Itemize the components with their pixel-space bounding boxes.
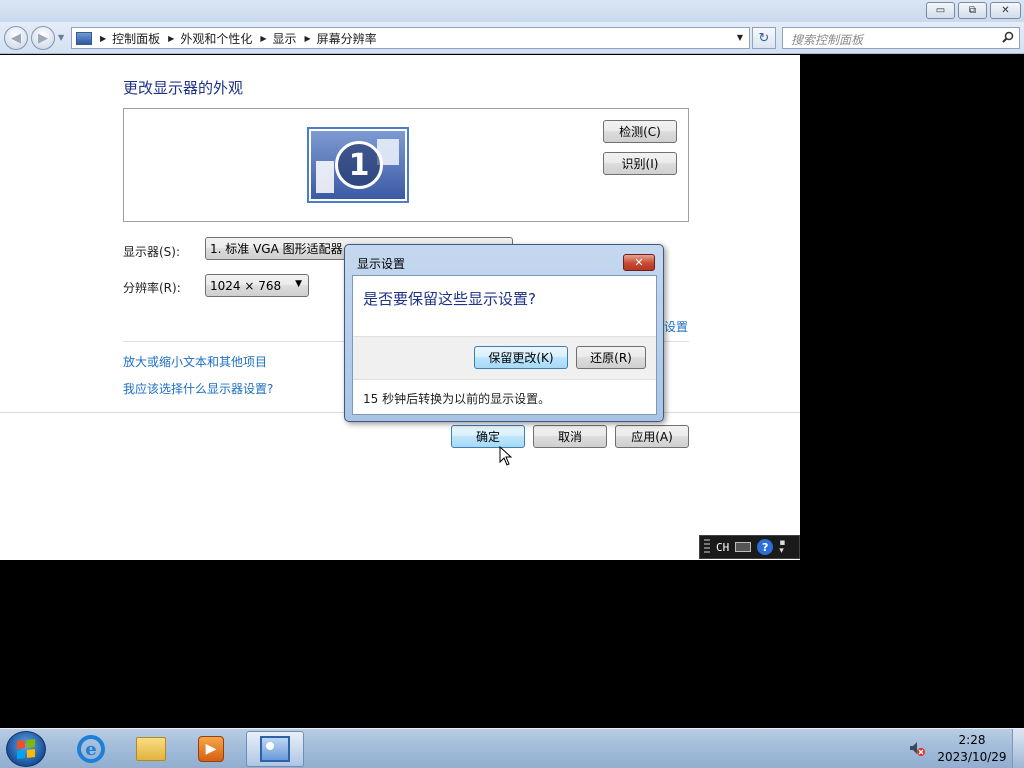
dialog-close-button[interactable]: ✕: [623, 254, 655, 271]
taskbar: e ▶: [0, 728, 1024, 768]
breadcrumb-separator-icon[interactable]: ▶: [100, 34, 106, 43]
ok-button[interactable]: 确定: [451, 425, 525, 448]
search-placeholder: 搜索控制面板: [791, 33, 864, 47]
cancel-button[interactable]: 取消: [533, 425, 607, 448]
monitor-1-thumbnail[interactable]: 1: [307, 127, 409, 203]
close-icon: ✕: [634, 256, 644, 269]
internet-explorer-icon: e: [77, 735, 105, 763]
search-input[interactable]: 搜索控制面板: [782, 27, 1020, 49]
start-button[interactable]: [6, 731, 46, 767]
display-label: 显示器(S):: [123, 245, 181, 259]
revert-button[interactable]: 还原(R): [576, 346, 646, 369]
refresh-icon: ↻: [758, 30, 770, 46]
keyboard-icon[interactable]: [735, 542, 752, 552]
language-bar: CH ? ▪ ▾: [699, 535, 800, 559]
restore-icon: ⧉: [968, 4, 977, 16]
dialog-body: 是否要保留这些显示设置? 保留更改(K) 还原(R) 15 秒钟后转换为以前的显…: [352, 275, 657, 415]
taskbar-media-player[interactable]: ▶: [182, 731, 240, 767]
breadcrumb-separator-icon[interactable]: ▶: [305, 34, 311, 43]
arrow-right-icon: ▶: [38, 30, 48, 46]
close-button[interactable]: ✕: [990, 2, 1021, 19]
clock-date[interactable]: 2023/10/29: [934, 750, 1010, 764]
back-button[interactable]: ◀: [4, 26, 28, 50]
text-size-link[interactable]: 放大或缩小文本和其他项目: [123, 353, 267, 370]
taskbar-windows-explorer[interactable]: [122, 731, 180, 767]
forward-button[interactable]: ▶: [31, 26, 55, 50]
address-dropdown-icon[interactable]: ▼: [737, 33, 743, 42]
display-select-value: 1. 标准 VGA 图形适配器: [210, 242, 343, 256]
display-settings-dialog: 显示设置 ✕ 是否要保留这些显示设置? 保留更改(K) 还原(R) 15 秒钟后…: [344, 244, 664, 422]
breadcrumb-separator-icon[interactable]: ▶: [260, 34, 266, 43]
advanced-settings-link[interactable]: 设置: [664, 318, 688, 335]
resolution-select[interactable]: 1024 × 768 ▼: [205, 274, 309, 297]
media-player-icon: ▶: [198, 736, 224, 762]
show-desktop-button[interactable]: [1012, 729, 1024, 768]
breadcrumb-screen-resolution[interactable]: 屏幕分辨率: [317, 30, 377, 47]
taskbar-internet-explorer[interactable]: e: [62, 731, 120, 767]
drag-handle-icon[interactable]: [704, 539, 710, 555]
minimize-button[interactable]: ▭: [926, 2, 955, 19]
resolution-select-value: 1024 × 768: [210, 278, 282, 293]
control-panel-icon: [260, 736, 290, 762]
window-titlebar[interactable]: ▭ ⧉ ✕: [0, 0, 1024, 22]
arrow-left-icon: ◀: [11, 30, 21, 46]
display-preview-panel: 1 检测(C) 识别(I): [123, 108, 689, 222]
dialog-title: 显示设置: [357, 257, 406, 271]
recent-pages-dropdown-icon[interactable]: ▼: [58, 33, 64, 42]
options-icon[interactable]: ▪ ▾: [779, 539, 785, 556]
chevron-down-icon: ▼: [295, 279, 302, 289]
detect-button[interactable]: 检测(C): [603, 120, 677, 143]
resolution-label: 分辨率(R):: [123, 281, 181, 295]
which-settings-link[interactable]: 我应该选择什么显示器设置?: [123, 380, 273, 397]
taskbar-control-panel[interactable]: [246, 731, 304, 767]
monitor-screen: 1: [311, 131, 405, 199]
dialog-button-band: 保留更改(K) 还原(R): [353, 336, 656, 380]
apply-button[interactable]: 应用(A): [615, 425, 689, 448]
breadcrumb-separator-icon[interactable]: ▶: [168, 34, 174, 43]
input-language-indicator[interactable]: CH: [716, 541, 729, 554]
mouse-cursor-icon: [499, 446, 513, 466]
keep-changes-button[interactable]: 保留更改(K): [474, 346, 568, 369]
monitor-number-badge: 1: [335, 141, 383, 189]
help-icon[interactable]: ?: [757, 539, 774, 555]
windows-logo-icon: [17, 739, 35, 759]
refresh-button[interactable]: ↻: [752, 27, 776, 49]
folder-icon: [136, 737, 166, 761]
control-panel-icon: [76, 31, 92, 45]
search-icon: [1002, 31, 1014, 43]
breadcrumb-display[interactable]: 显示: [273, 30, 297, 47]
page-title: 更改显示器的外观: [123, 79, 244, 97]
close-icon: ✕: [1001, 4, 1010, 16]
monitor-window-graphic: [316, 161, 334, 193]
address-bar[interactable]: ▶ 控制面板 ▶ 外观和个性化 ▶ 显示 ▶ 屏幕分辨率 ▼: [71, 27, 750, 49]
breadcrumb-control-panel[interactable]: 控制面板: [112, 30, 160, 47]
minimize-icon: ▭: [935, 4, 946, 16]
restore-button[interactable]: ⧉: [958, 2, 987, 19]
identify-button[interactable]: 识别(I): [603, 152, 677, 175]
dialog-countdown-text: 15 秒钟后转换为以前的显示设置。: [363, 392, 551, 406]
breadcrumb-appearance[interactable]: 外观和个性化: [180, 30, 252, 47]
volume-muted-icon[interactable]: [908, 739, 926, 757]
clock-time[interactable]: 2:28: [940, 733, 1004, 747]
dialog-question: 是否要保留这些显示设置?: [363, 290, 536, 308]
